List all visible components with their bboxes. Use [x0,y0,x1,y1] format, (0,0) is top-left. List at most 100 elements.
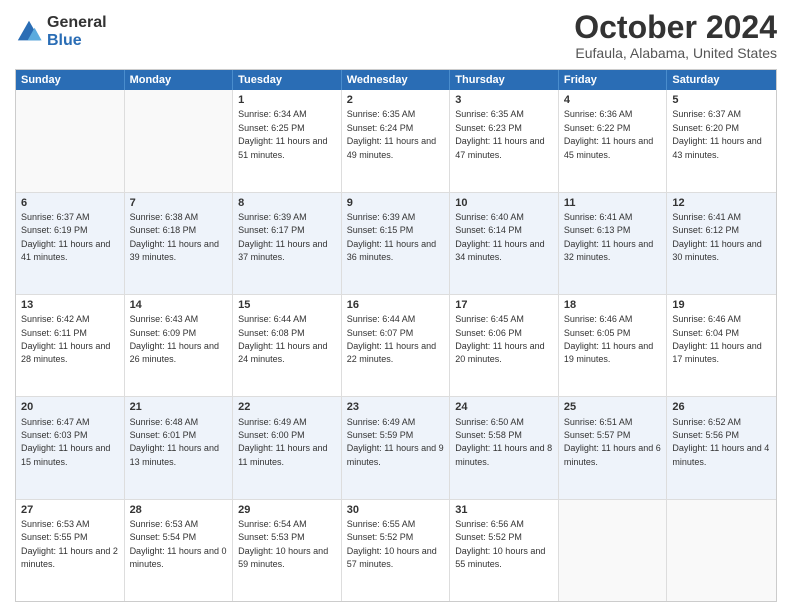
day-cell-28: 28Sunrise: 6:53 AM Sunset: 5:54 PM Dayli… [125,500,234,601]
day-number: 16 [347,298,445,312]
day-cell-26: 26Sunrise: 6:52 AM Sunset: 5:56 PM Dayli… [667,397,776,498]
day-cell-5: 5 Sunrise: 6:37 AM Sunset: 6:20 PM Daylig… [667,90,776,191]
day-number: 6 [21,196,119,210]
day-cell-13: 13Sunrise: 6:42 AM Sunset: 6:11 PM Dayli… [16,295,125,396]
day-number: 17 [455,298,553,312]
day-number: 18 [564,298,662,312]
cell-info: Sunrise: 6:52 AM Sunset: 5:56 PM Dayligh… [672,417,769,467]
day-number: 10 [455,196,553,210]
cell-info: Sunrise: 6:42 AM Sunset: 6:11 PM Dayligh… [21,314,110,364]
day-cell-30: 30Sunrise: 6:55 AM Sunset: 5:52 PM Dayli… [342,500,451,601]
day-number: 5 [672,93,771,107]
calendar-row-2: 6 Sunrise: 6:37 AM Sunset: 6:19 PM Daylig… [16,192,776,294]
day-number: 20 [21,400,119,414]
cell-info: Sunrise: 6:51 AM Sunset: 5:57 PM Dayligh… [564,417,661,467]
calendar: SundayMondayTuesdayWednesdayThursdayFrid… [15,69,777,602]
header-day-thursday: Thursday [450,70,559,90]
cell-info: Sunrise: 6:36 AM Sunset: 6:22 PM Dayligh… [564,109,653,159]
day-number: 27 [21,503,119,517]
day-cell-21: 21Sunrise: 6:48 AM Sunset: 6:01 PM Dayli… [125,397,234,498]
logo-blue: Blue [47,32,107,50]
day-cell-24: 24 Sunrise: 6:50 AM Sunset: 5:58 PM Dayli… [450,397,559,498]
cell-info: Sunrise: 6:34 AM Sunset: 6:25 PM Dayligh… [238,109,327,159]
day-number: 24 [455,400,553,414]
day-cell-22: 22 Sunrise: 6:49 AM Sunset: 6:00 PM Dayli… [233,397,342,498]
day-cell-16: 16 Sunrise: 6:44 AM Sunset: 6:07 PM Dayli… [342,295,451,396]
day-cell-10: 10 Sunrise: 6:40 AM Sunset: 6:14 PM Dayli… [450,193,559,294]
day-number: 21 [130,400,228,414]
day-number: 9 [347,196,445,210]
cell-info: Sunrise: 6:46 AM Sunset: 6:04 PM Dayligh… [672,314,761,364]
location: Eufaula, Alabama, United States [574,45,777,61]
header-day-sunday: Sunday [16,70,125,90]
day-number: 19 [672,298,771,312]
cell-info: Sunrise: 6:43 AM Sunset: 6:09 PM Dayligh… [130,314,219,364]
cell-info: Sunrise: 6:54 AM Sunset: 5:53 PM Dayligh… [238,519,328,569]
cell-info: Sunrise: 6:55 AM Sunset: 5:52 PM Dayligh… [347,519,437,569]
day-number: 2 [347,93,445,107]
cell-info: Sunrise: 6:40 AM Sunset: 6:14 PM Dayligh… [455,212,544,262]
cell-info: Sunrise: 6:37 AM Sunset: 6:20 PM Dayligh… [672,109,761,159]
calendar-header: SundayMondayTuesdayWednesdayThursdayFrid… [16,70,776,90]
calendar-row-3: 13Sunrise: 6:42 AM Sunset: 6:11 PM Dayli… [16,294,776,396]
day-cell-27: 27 Sunrise: 6:53 AM Sunset: 5:55 PM Dayli… [16,500,125,601]
day-number: 15 [238,298,336,312]
day-cell-1: 1 Sunrise: 6:34 AM Sunset: 6:25 PM Daylig… [233,90,342,191]
day-cell-4: 4 Sunrise: 6:36 AM Sunset: 6:22 PM Daylig… [559,90,668,191]
cell-info: Sunrise: 6:45 AM Sunset: 6:06 PM Dayligh… [455,314,544,364]
day-number: 25 [564,400,662,414]
day-number: 12 [672,196,771,210]
cell-info: Sunrise: 6:49 AM Sunset: 6:00 PM Dayligh… [238,417,327,467]
day-cell-29: 29Sunrise: 6:54 AM Sunset: 5:53 PM Dayli… [233,500,342,601]
day-number: 7 [130,196,228,210]
cell-info: Sunrise: 6:39 AM Sunset: 6:15 PM Dayligh… [347,212,436,262]
cell-info: Sunrise: 6:41 AM Sunset: 6:13 PM Dayligh… [564,212,653,262]
logo: General Blue [15,14,107,49]
day-cell-8: 8Sunrise: 6:39 AM Sunset: 6:17 PM Daylig… [233,193,342,294]
logo-text: General Blue [47,14,107,49]
empty-cell [559,500,668,601]
cell-info: Sunrise: 6:44 AM Sunset: 6:07 PM Dayligh… [347,314,436,364]
cell-info: Sunrise: 6:53 AM Sunset: 5:55 PM Dayligh… [21,519,118,569]
cell-info: Sunrise: 6:49 AM Sunset: 5:59 PM Dayligh… [347,417,444,467]
cell-info: Sunrise: 6:50 AM Sunset: 5:58 PM Dayligh… [455,417,552,467]
day-number: 28 [130,503,228,517]
cell-info: Sunrise: 6:35 AM Sunset: 6:23 PM Dayligh… [455,109,544,159]
logo-general: General [47,14,107,32]
cell-info: Sunrise: 6:47 AM Sunset: 6:03 PM Dayligh… [21,417,110,467]
empty-cell [16,90,125,191]
day-number: 1 [238,93,336,107]
day-cell-25: 25 Sunrise: 6:51 AM Sunset: 5:57 PM Dayli… [559,397,668,498]
calendar-row-5: 27 Sunrise: 6:53 AM Sunset: 5:55 PM Dayli… [16,499,776,601]
cell-info: Sunrise: 6:37 AM Sunset: 6:19 PM Dayligh… [21,212,110,262]
day-cell-17: 17 Sunrise: 6:45 AM Sunset: 6:06 PM Dayli… [450,295,559,396]
cell-info: Sunrise: 6:41 AM Sunset: 6:12 PM Dayligh… [672,212,761,262]
calendar-body: 1 Sunrise: 6:34 AM Sunset: 6:25 PM Daylig… [16,90,776,601]
day-number: 4 [564,93,662,107]
header-day-monday: Monday [125,70,234,90]
day-cell-11: 11 Sunrise: 6:41 AM Sunset: 6:13 PM Dayli… [559,193,668,294]
header-day-friday: Friday [559,70,668,90]
day-number: 11 [564,196,662,210]
header: General Blue October 2024 Eufaula, Alaba… [15,10,777,61]
day-number: 8 [238,196,336,210]
empty-cell [667,500,776,601]
day-cell-19: 19 Sunrise: 6:46 AM Sunset: 6:04 PM Dayli… [667,295,776,396]
day-cell-15: 15 Sunrise: 6:44 AM Sunset: 6:08 PM Dayli… [233,295,342,396]
day-cell-7: 7Sunrise: 6:38 AM Sunset: 6:18 PM Daylig… [125,193,234,294]
day-cell-3: 3Sunrise: 6:35 AM Sunset: 6:23 PM Daylig… [450,90,559,191]
day-number: 14 [130,298,228,312]
page: General Blue October 2024 Eufaula, Alaba… [0,0,792,612]
day-number: 23 [347,400,445,414]
title-block: October 2024 Eufaula, Alabama, United St… [574,10,777,61]
header-day-tuesday: Tuesday [233,70,342,90]
day-cell-12: 12 Sunrise: 6:41 AM Sunset: 6:12 PM Dayli… [667,193,776,294]
cell-info: Sunrise: 6:44 AM Sunset: 6:08 PM Dayligh… [238,314,327,364]
day-cell-9: 9 Sunrise: 6:39 AM Sunset: 6:15 PM Daylig… [342,193,451,294]
header-day-saturday: Saturday [667,70,776,90]
day-number: 31 [455,503,553,517]
day-cell-6: 6 Sunrise: 6:37 AM Sunset: 6:19 PM Daylig… [16,193,125,294]
cell-info: Sunrise: 6:56 AM Sunset: 5:52 PM Dayligh… [455,519,545,569]
day-number: 22 [238,400,336,414]
day-cell-20: 20 Sunrise: 6:47 AM Sunset: 6:03 PM Dayli… [16,397,125,498]
